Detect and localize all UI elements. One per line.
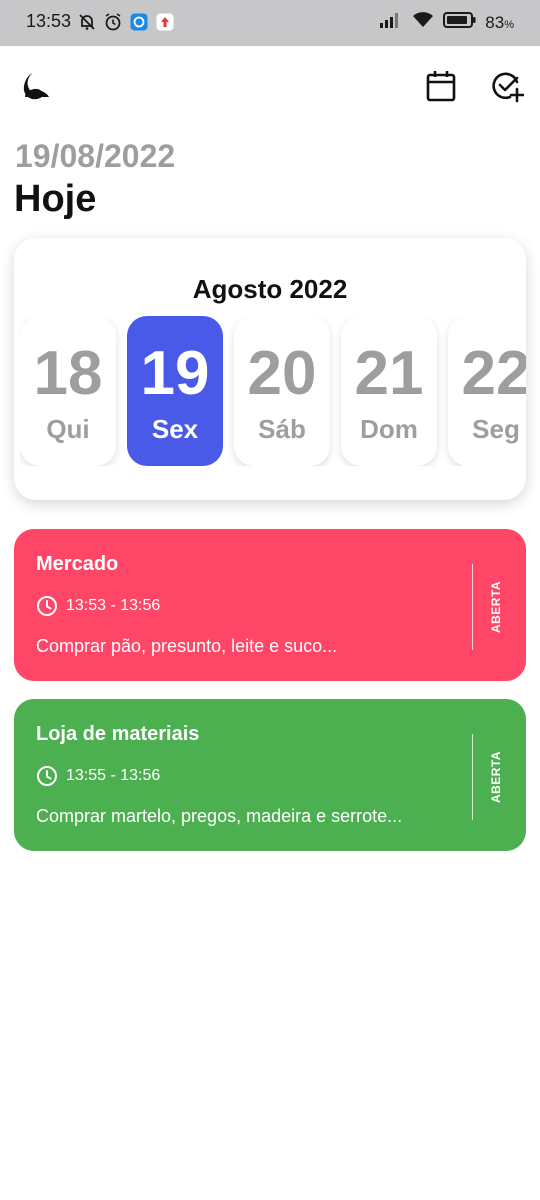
day-number: 20 bbox=[247, 339, 317, 408]
task-card[interactable]: Loja de materiais 13:55 - 13:56 Comprar … bbox=[14, 699, 526, 851]
day-number: 22 bbox=[461, 339, 526, 408]
add-task-button[interactable] bbox=[489, 68, 525, 104]
task-divider bbox=[472, 564, 473, 650]
battery-percent-unit: % bbox=[504, 18, 514, 31]
day-weekday: Seg bbox=[472, 414, 520, 444]
status-time: 13:53 bbox=[26, 11, 72, 31]
task-title: Mercado bbox=[36, 553, 119, 575]
day-item-selected[interactable]: 19 Sex bbox=[127, 316, 223, 466]
task-time-text: 13:53 - 13:56 bbox=[66, 597, 161, 614]
task-description: Comprar martelo, pregos, madeira e serro… bbox=[36, 806, 403, 826]
task-card[interactable]: Mercado 13:53 - 13:56 Comprar pão, presu… bbox=[14, 529, 526, 681]
moon-icon bbox=[23, 73, 49, 100]
upload-notification-icon bbox=[155, 12, 175, 32]
day-item[interactable]: 20 Sáb bbox=[234, 316, 330, 466]
page-title: Hoje bbox=[14, 178, 97, 220]
theme-toggle-button[interactable] bbox=[18, 68, 54, 104]
battery-icon bbox=[443, 11, 477, 34]
task-status-label: ABERTA bbox=[489, 580, 504, 634]
task-status: ABERTA bbox=[476, 564, 516, 650]
wifi-icon bbox=[411, 11, 435, 34]
signal-icon bbox=[379, 11, 403, 34]
day-item[interactable]: 18 Qui bbox=[20, 316, 116, 466]
day-number: 19 bbox=[140, 339, 210, 408]
app-notification-icon bbox=[129, 12, 149, 32]
day-number: 21 bbox=[354, 339, 424, 408]
alarm-icon bbox=[103, 12, 123, 32]
day-weekday: Sex bbox=[151, 414, 199, 444]
month-title: Agosto 2022 bbox=[192, 274, 348, 304]
battery-percent-value: 83 bbox=[485, 12, 505, 32]
day-item[interactable]: 21 Dom bbox=[341, 316, 437, 466]
date-picker-card: Agosto 2022 18 Qui 19 Sex 20 Sáb 21 Dom … bbox=[14, 238, 526, 500]
calendar-button[interactable] bbox=[423, 68, 459, 104]
day-weekday: Sáb bbox=[258, 414, 306, 444]
task-time: 13:53 - 13:56 bbox=[36, 595, 160, 617]
task-time-text: 13:55 - 13:56 bbox=[66, 767, 161, 784]
notification-icons bbox=[77, 12, 175, 32]
add-task-icon bbox=[492, 72, 524, 103]
date-subtitle: 19/08/2022 bbox=[15, 138, 176, 174]
task-title: Loja de materiais bbox=[36, 723, 200, 745]
clock-icon bbox=[37, 596, 57, 616]
task-status: ABERTA bbox=[476, 734, 516, 820]
battery-percent: 83% bbox=[485, 13, 514, 33]
app-bar bbox=[0, 46, 540, 126]
day-number: 18 bbox=[33, 339, 103, 408]
calendar-icon bbox=[426, 71, 456, 102]
task-status-label: ABERTA bbox=[489, 750, 504, 804]
status-bar: 13:53 83% bbox=[0, 0, 540, 46]
day-item[interactable]: 22 Seg bbox=[448, 316, 526, 466]
status-right: 83% bbox=[379, 11, 514, 34]
day-strip[interactable]: 18 Qui 19 Sex 20 Sáb 21 Dom 22 Seg bbox=[20, 316, 526, 466]
task-description: Comprar pão, presunto, leite e suco... bbox=[36, 636, 338, 656]
day-weekday: Qui bbox=[46, 414, 90, 444]
task-time: 13:55 - 13:56 bbox=[36, 765, 160, 787]
task-divider bbox=[472, 734, 473, 820]
day-weekday: Dom bbox=[360, 414, 418, 444]
muted-bell-icon bbox=[77, 12, 97, 32]
clock-icon bbox=[37, 766, 57, 786]
